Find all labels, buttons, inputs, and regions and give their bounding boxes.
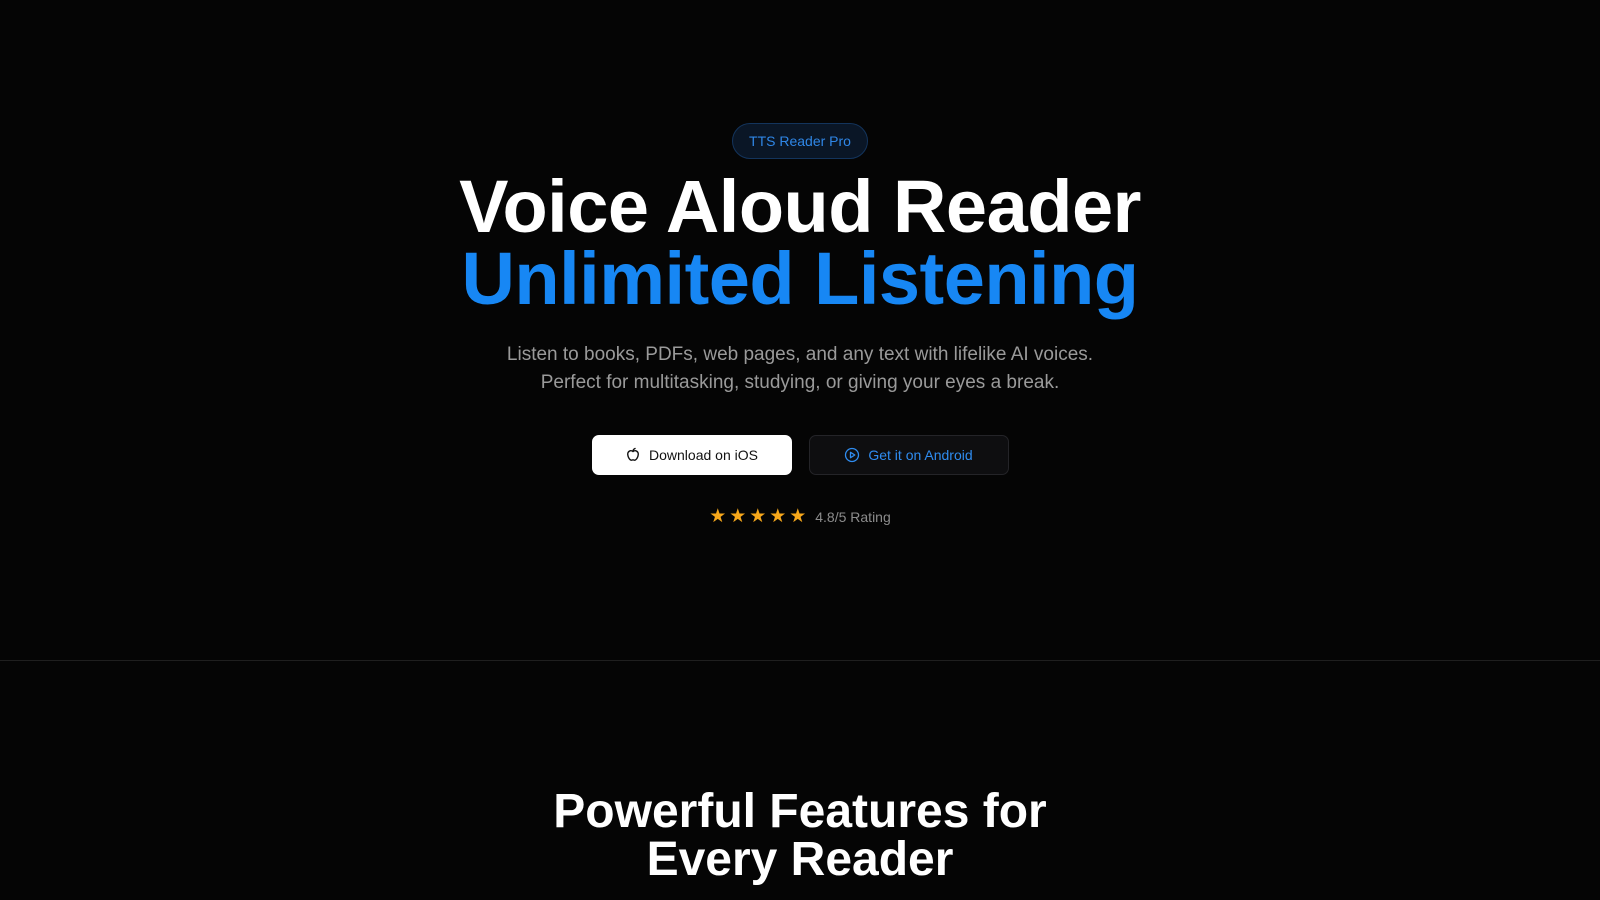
hero-subtitle: Listen to books, PDFs, web pages, and an…	[507, 341, 1093, 397]
download-ios-button[interactable]: Download on iOS	[591, 435, 792, 475]
headline-line-2: Unlimited Listening	[461, 237, 1139, 320]
hero-section: TTS Reader Pro Voice Aloud Reader Unlimi…	[0, 0, 1600, 660]
ios-button-label: Download on iOS	[649, 447, 758, 463]
rating: ★ ★ ★ ★ ★ 4.8/5 Rating	[709, 507, 891, 527]
features-section: Powerful Features for Every Reader	[0, 661, 1600, 900]
features-title-line-1: Powerful Features for	[553, 785, 1047, 838]
rating-text: 4.8/5 Rating	[815, 509, 891, 525]
star-icon: ★	[789, 506, 807, 527]
features-title-line-2: Every Reader	[646, 833, 954, 886]
cta-buttons: Download on iOS Get it on Android	[591, 435, 1009, 475]
star-icon: ★	[729, 506, 747, 527]
play-icon	[844, 447, 860, 463]
features-title: Powerful Features for Every Reader	[553, 788, 1046, 884]
star-icon: ★	[709, 506, 727, 527]
subtitle-line-2: Perfect for multitasking, studying, or g…	[540, 372, 1060, 393]
subtitle-line-1: Listen to books, PDFs, web pages, and an…	[506, 344, 1094, 365]
android-button-label: Get it on Android	[868, 447, 973, 463]
apple-icon	[625, 447, 641, 463]
product-badge: TTS Reader Pro	[732, 123, 868, 159]
get-android-button[interactable]: Get it on Android	[808, 435, 1009, 475]
headline-line-1: Voice Aloud Reader	[459, 165, 1141, 248]
star-icon: ★	[769, 506, 787, 527]
star-icon: ★	[749, 506, 767, 527]
landing-page: TTS Reader Pro Voice Aloud Reader Unlimi…	[0, 0, 1600, 900]
hero-headline: Voice Aloud Reader Unlimited Listening	[459, 165, 1141, 320]
